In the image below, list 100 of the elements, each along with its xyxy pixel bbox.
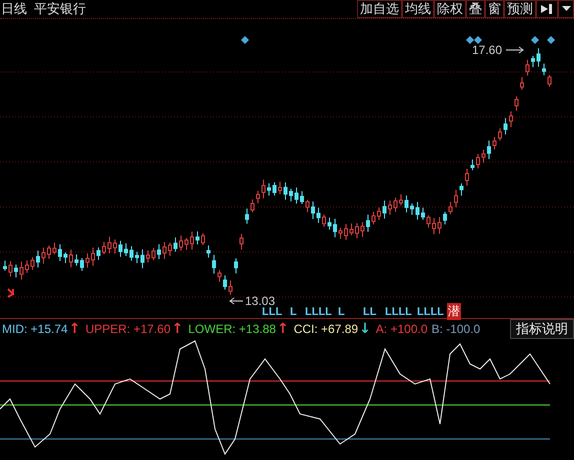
candlestick (284, 182, 288, 200)
candlestick (25, 260, 29, 274)
candlestick (509, 110, 513, 128)
candlestick (311, 201, 315, 220)
candlestick (306, 199, 310, 213)
diamond-marker-icon (531, 36, 539, 44)
candlestick (256, 190, 260, 204)
signal-mark: LLLL (417, 306, 444, 318)
legend-label: CCI: +67.89 (294, 322, 358, 336)
candlestick (416, 201, 420, 220)
price-label: 17.60 (472, 43, 502, 57)
candlestick (448, 201, 452, 215)
candlestick (278, 181, 282, 195)
signal-tag: 潜 (447, 303, 461, 320)
candlestick (86, 252, 90, 268)
candlestick (3, 260, 7, 272)
toolbar-button[interactable]: 均线 (402, 0, 434, 18)
candlestick (355, 222, 359, 239)
signal-mark: LLL (262, 306, 282, 318)
candlestick (289, 188, 293, 202)
diamond-marker-icon (547, 36, 555, 44)
help-button[interactable]: 指标说明 (510, 319, 574, 339)
candlestick (548, 74, 552, 88)
candlestick (432, 218, 436, 235)
toolbar-button[interactable]: 加自选 (357, 0, 402, 18)
candlestick (476, 153, 480, 169)
candlestick (262, 179, 266, 199)
arrow-icon (229, 298, 244, 304)
diamond-marker-icon (241, 36, 249, 44)
candlestick (470, 159, 474, 171)
candlestick (96, 246, 100, 260)
legend-label: B: -100.0 (432, 322, 480, 336)
trend-arrow: ↑ (68, 321, 80, 337)
candlestick (350, 222, 354, 236)
candlestick (240, 233, 244, 250)
toolbar-button[interactable]: 预测 (504, 0, 536, 18)
candlestick (91, 247, 95, 266)
candlestick (30, 256, 34, 270)
candlestick (300, 190, 304, 204)
candlestick (184, 238, 188, 250)
candlestick (394, 197, 398, 212)
candlestick (421, 207, 425, 220)
toolbar-button[interactable]: 窗 (485, 0, 504, 18)
candlestick (404, 194, 408, 213)
candlestick (382, 200, 386, 220)
candlestick (228, 280, 232, 296)
candlestick (498, 128, 502, 142)
candlestick (328, 217, 332, 230)
candlestick (8, 260, 12, 278)
candlestick (206, 245, 210, 258)
candlestick (47, 244, 51, 260)
candlestick (102, 241, 106, 255)
candlestick (124, 242, 128, 256)
legend-label: UPPER: +17.60 (85, 322, 170, 336)
candlestick (108, 236, 112, 254)
candlestick (14, 264, 18, 278)
legend-label: A: +100.0 (376, 322, 428, 336)
candlestick (377, 206, 381, 221)
trend-arrow: ↑ (276, 321, 289, 337)
toolbar-button[interactable]: 除权 (434, 0, 466, 18)
candlestick (438, 216, 442, 234)
price-label: 13.03 (245, 294, 276, 308)
candlestick (113, 239, 117, 254)
candlestick (322, 214, 326, 228)
candlestick (223, 274, 227, 290)
candlestick (514, 96, 518, 112)
candlestick (316, 207, 320, 224)
legend-label: LOWER: +13.88 (188, 322, 276, 336)
candlestick (399, 194, 403, 206)
candlestick (338, 227, 342, 240)
candlestick (157, 244, 161, 260)
candlestick (366, 214, 370, 232)
candlestick (267, 182, 271, 196)
skip-end-icon[interactable] (536, 0, 558, 18)
candlestick (64, 252, 68, 264)
candlestick (118, 240, 122, 258)
candlestick (536, 48, 540, 68)
candlestick (58, 244, 62, 262)
candlestick (140, 248, 144, 269)
candlestick (526, 59, 530, 76)
candlestick (333, 218, 337, 238)
candlestick (272, 182, 276, 196)
candlestick (212, 254, 216, 274)
candlestick (179, 235, 183, 252)
signal-mark: L (338, 306, 345, 318)
candlestick (36, 250, 40, 268)
candlestick (162, 241, 166, 260)
candlestick (487, 140, 491, 160)
candlestick (443, 211, 447, 225)
toolbar-button[interactable]: 叠 (466, 0, 485, 18)
candlestick (344, 224, 348, 240)
candlestick (69, 249, 73, 268)
candlestick (168, 242, 172, 256)
dropdown-caret-icon[interactable] (558, 0, 574, 18)
arrow-icon (506, 46, 524, 54)
candlestick (294, 186, 298, 204)
candlestick (74, 254, 78, 266)
candlestick (388, 200, 392, 216)
trend-arrow: ↑ (172, 321, 184, 337)
candlestick (250, 198, 254, 213)
